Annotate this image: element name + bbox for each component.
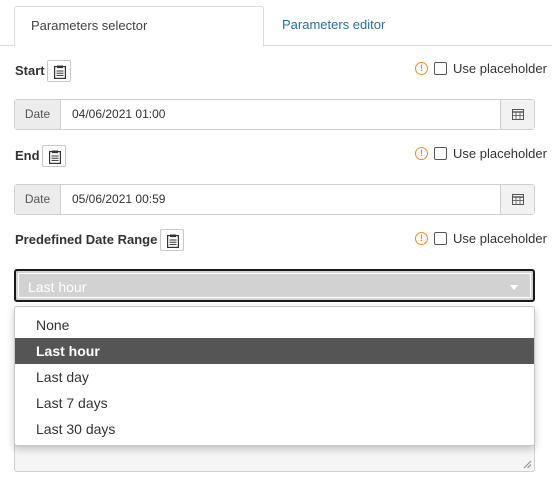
start-placeholder-control: ! Use placeholder — [415, 61, 547, 79]
start-label: Start — [15, 63, 45, 78]
tab-bar: Parameters selector Parameters editor — [0, 0, 552, 47]
end-date-input[interactable]: 05/06/2021 00:59 — [72, 185, 165, 214]
start-use-placeholder-checkbox[interactable] — [434, 62, 447, 75]
end-use-placeholder-checkbox[interactable] — [434, 147, 447, 160]
start-clipboard-button[interactable] — [47, 60, 71, 82]
range-use-placeholder-label: Use placeholder — [453, 231, 547, 246]
option-none[interactable]: None — [15, 312, 534, 338]
end-date-group: Date 05/06/2021 00:59 — [14, 184, 535, 215]
date-range-select-inner: Last hour — [18, 273, 531, 298]
clipboard-icon — [167, 234, 179, 248]
start-calendar-button[interactable] — [500, 100, 534, 129]
date-range-select[interactable]: Last hour — [14, 269, 535, 302]
end-label: End — [15, 148, 40, 163]
resize-grip-icon[interactable] — [523, 460, 532, 469]
caret-down-icon — [510, 285, 518, 290]
tab-parameters-editor[interactable]: Parameters editor — [266, 6, 401, 47]
clipboard-icon — [54, 65, 66, 79]
warning-icon: ! — [415, 147, 428, 160]
warning-icon: ! — [415, 62, 428, 75]
range-label: Predefined Date Range — [15, 232, 158, 247]
option-last-day[interactable]: Last day — [15, 364, 534, 390]
date-range-selected-value: Last hour — [28, 279, 87, 295]
start-date-group: Date 04/06/2021 01:00 — [14, 99, 535, 130]
end-use-placeholder-label: Use placeholder — [453, 146, 547, 161]
option-last-hour[interactable]: Last hour — [15, 338, 534, 364]
range-use-placeholder-checkbox[interactable] — [434, 232, 447, 245]
range-placeholder-control: ! Use placeholder — [415, 231, 547, 249]
start-date-addon: Date — [15, 100, 61, 129]
calendar-icon — [512, 194, 524, 205]
warning-icon: ! — [415, 232, 428, 245]
clipboard-icon — [49, 150, 61, 164]
range-clipboard-button[interactable] — [160, 229, 184, 251]
tab-parameters-selector[interactable]: Parameters selector — [14, 6, 264, 47]
end-clipboard-button[interactable] — [42, 145, 66, 167]
end-date-addon: Date — [15, 185, 61, 214]
end-calendar-button[interactable] — [500, 185, 534, 214]
option-last-7-days[interactable]: Last 7 days — [15, 390, 534, 416]
end-placeholder-control: ! Use placeholder — [415, 146, 547, 164]
option-last-30-days[interactable]: Last 30 days — [15, 416, 534, 442]
start-date-input[interactable]: 04/06/2021 01:00 — [72, 100, 165, 129]
date-range-options-list: None Last hour Last day Last 7 days Last… — [14, 306, 535, 446]
start-use-placeholder-label: Use placeholder — [453, 61, 547, 76]
calendar-icon — [512, 109, 524, 120]
